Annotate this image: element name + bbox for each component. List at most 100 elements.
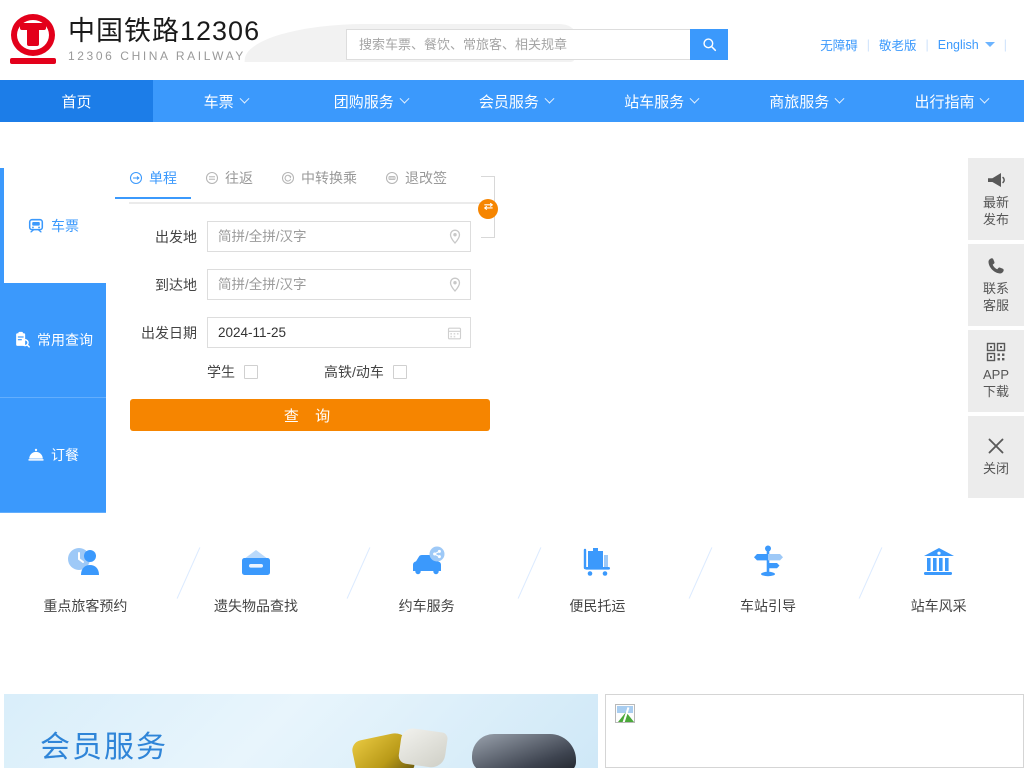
dock-item-close[interactable]: 关闭 (968, 416, 1024, 498)
sidebar: 车票 常用查询 订餐 (0, 168, 106, 513)
nav-item-tickets[interactable]: 车票 (153, 80, 298, 122)
search-input[interactable] (346, 29, 690, 60)
from-station-input[interactable] (208, 222, 470, 251)
nav-item-label: 团购服务 (333, 93, 394, 111)
nav-item-label: 会员服务 (478, 93, 539, 111)
station-building-icon (923, 548, 954, 575)
chevron-down-icon (980, 93, 990, 104)
nav-item-group-booking[interactable]: 团购服务 (298, 80, 443, 122)
service-label: 便民托运 (569, 598, 626, 614)
dock-item-latest-releases[interactable]: 最新 发布 (968, 158, 1024, 240)
service-station-showcase[interactable]: 站车风采 (853, 537, 1024, 637)
sidebar-item-common-queries[interactable]: 常用查询 (0, 283, 106, 398)
main-content: 车票 常用查询 订餐 单程 往返 中转换乘 退改签 出发地 简拼/全拼/汉字 到… (0, 122, 1024, 694)
dock-item-label: 关闭 (982, 461, 1009, 477)
nav-item-label: 站车服务 (624, 93, 685, 111)
tab-label: 退改签 (405, 170, 447, 186)
clipboard-search-icon (13, 331, 31, 349)
luggage-cart-icon (584, 548, 611, 576)
logo-title-cn: 中国铁路12306 (68, 16, 261, 47)
round-trip-icon (205, 171, 219, 185)
main-navigation: 首页 车票 团购服务 会员服务 站车服务 商旅服务 出行指南 (0, 80, 1024, 122)
service-station-guide[interactable]: 车站引导 (683, 537, 854, 637)
tab-round-trip[interactable]: 往返 (205, 168, 253, 197)
service-lost-and-found[interactable]: 遗失物品查找 (171, 537, 342, 637)
tab-refund-change[interactable]: 退改签 (385, 168, 447, 197)
banner-member-services[interactable]: 会员服务 (4, 694, 598, 768)
food-cloche-icon (27, 446, 45, 464)
link-elderly-version[interactable]: 敬老版 (879, 35, 917, 54)
high-speed-checkbox[interactable] (392, 365, 407, 379)
service-label: 车站引导 (740, 598, 797, 614)
nav-item-member-services[interactable]: 会员服务 (443, 80, 588, 122)
link-separator: | (1003, 37, 1007, 52)
signpost-icon (754, 545, 784, 577)
chevron-down-icon (834, 93, 845, 104)
chevron-down-icon (544, 93, 555, 104)
sidebar-item-label: 订餐 (51, 447, 79, 463)
chevron-down-icon (399, 93, 410, 104)
tab-label: 往返 (225, 170, 253, 186)
link-language-english[interactable]: English (938, 38, 979, 52)
nav-item-label: 车票 (203, 93, 234, 111)
china-railway-logo-icon (8, 14, 58, 66)
ticket-search-panel: 单程 往返 中转换乘 退改签 出发地 简拼/全拼/汉字 到达地 简拼/全拼/汉字… (115, 168, 498, 431)
tab-one-way[interactable]: 单程 (115, 168, 191, 199)
nav-item-home[interactable]: 首页 (0, 80, 153, 122)
link-accessibility[interactable]: 无障碍 (820, 35, 858, 54)
service-car-booking[interactable]: 约车服务 (341, 537, 512, 637)
link-separator: | (925, 37, 929, 52)
broken-image-icon (615, 704, 635, 723)
search-icon (702, 37, 717, 52)
dock-item-app-download[interactable]: APP 下载 (968, 330, 1024, 412)
tab-transfer[interactable]: 中转换乘 (281, 168, 357, 197)
chevron-down-icon[interactable] (984, 42, 995, 47)
header-utility-links: 无障碍 | 敬老版 | English | (820, 35, 1016, 54)
nav-item-label: 首页 (61, 93, 92, 111)
student-checkbox[interactable] (244, 365, 258, 379)
banner-secondary[interactable] (605, 694, 1024, 768)
from-station-label: 出发地 (155, 228, 197, 245)
sidebar-item-meal-ordering[interactable]: 订餐 (0, 398, 106, 513)
chevron-down-icon (239, 93, 250, 104)
site-header: 中国铁路12306 12306 CHINA RAILWAY 无障碍 | 敬老版 … (0, 0, 1024, 80)
service-label: 遗失物品查找 (214, 598, 298, 614)
search-button[interactable] (690, 29, 728, 60)
to-station-field[interactable] (207, 269, 471, 300)
transfer-icon (281, 171, 295, 185)
high-speed-option[interactable]: 高铁/动车 (324, 362, 407, 382)
dock-item-contact-support[interactable]: 联系 客服 (968, 244, 1024, 326)
car-booking-icon (412, 546, 445, 575)
chevron-down-icon (689, 93, 700, 104)
service-priority-passenger[interactable]: 重点旅客预约 (0, 537, 171, 637)
dock-item-label: 联系 客服 (982, 280, 1009, 313)
service-shortcuts: 重点旅客预约 遗失物品查找 约车服务 便民托运 车站引导 站车风采 (0, 537, 1024, 637)
departure-date-input[interactable] (208, 318, 470, 347)
swap-arrows-icon (482, 200, 495, 218)
nav-item-station-train-services[interactable]: 站车服务 (589, 80, 734, 122)
nav-item-travel-guide[interactable]: 出行指南 (879, 80, 1024, 122)
to-station-input[interactable] (208, 270, 470, 299)
service-luggage-shipping[interactable]: 便民托运 (512, 537, 683, 637)
megaphone-icon (985, 170, 1007, 190)
departure-date-field[interactable] (207, 317, 471, 348)
query-button[interactable]: 查 询 (130, 399, 490, 431)
sidebar-item-tickets[interactable]: 车票 (0, 168, 106, 283)
from-station-field[interactable] (207, 221, 471, 252)
qr-code-icon (986, 342, 1006, 362)
one-way-arrow-icon (129, 171, 143, 185)
link-separator: | (866, 37, 870, 52)
refund-change-icon (385, 171, 399, 185)
banner-title: 会员服务 (40, 731, 168, 764)
swap-stations-button[interactable] (478, 199, 498, 219)
nav-item-business-travel[interactable]: 商旅服务 (734, 80, 879, 122)
site-logo[interactable]: 中国铁路12306 12306 CHINA RAILWAY (8, 14, 260, 66)
tab-label: 中转换乘 (301, 170, 357, 186)
student-option[interactable]: 学生 (207, 362, 258, 382)
dock-item-label: 最新 发布 (982, 194, 1009, 227)
departure-date-row: 出发日期 (129, 317, 491, 348)
sidebar-item-label: 车票 (51, 217, 79, 234)
site-search (346, 29, 728, 60)
to-station-row: 到达地 (129, 269, 491, 300)
dock-item-label: APP 下载 (982, 366, 1009, 399)
